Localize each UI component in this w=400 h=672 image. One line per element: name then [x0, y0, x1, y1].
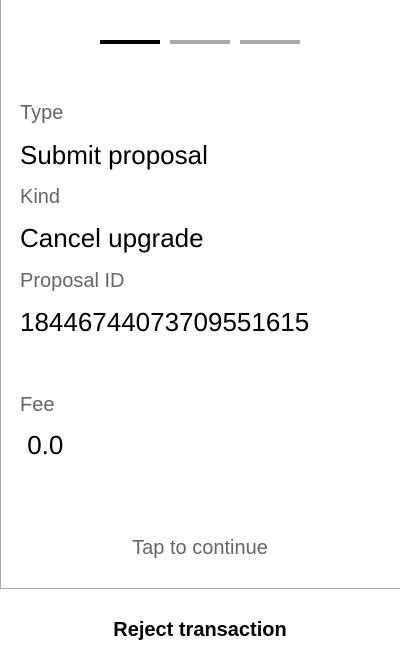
- progress-step-2: [170, 40, 230, 44]
- tap-to-continue-hint[interactable]: Tap to continue: [0, 537, 400, 560]
- kind-value: Cancel upgrade: [20, 223, 204, 253]
- fee-value: 0.0: [20, 430, 64, 460]
- left-border: [0, 0, 1, 672]
- progress-step-1: [100, 40, 160, 44]
- proposal-id-value: 18446744073709551615: [20, 307, 310, 337]
- reject-transaction-button[interactable]: Reject transaction: [0, 589, 400, 672]
- fee-label: Fee: [20, 394, 55, 416]
- proposal-id-label: Proposal ID: [20, 270, 125, 292]
- type-label: Type: [20, 102, 64, 124]
- kind-label: Kind: [20, 186, 61, 208]
- type-value: Submit proposal: [20, 140, 208, 170]
- progress-step-3: [240, 40, 300, 44]
